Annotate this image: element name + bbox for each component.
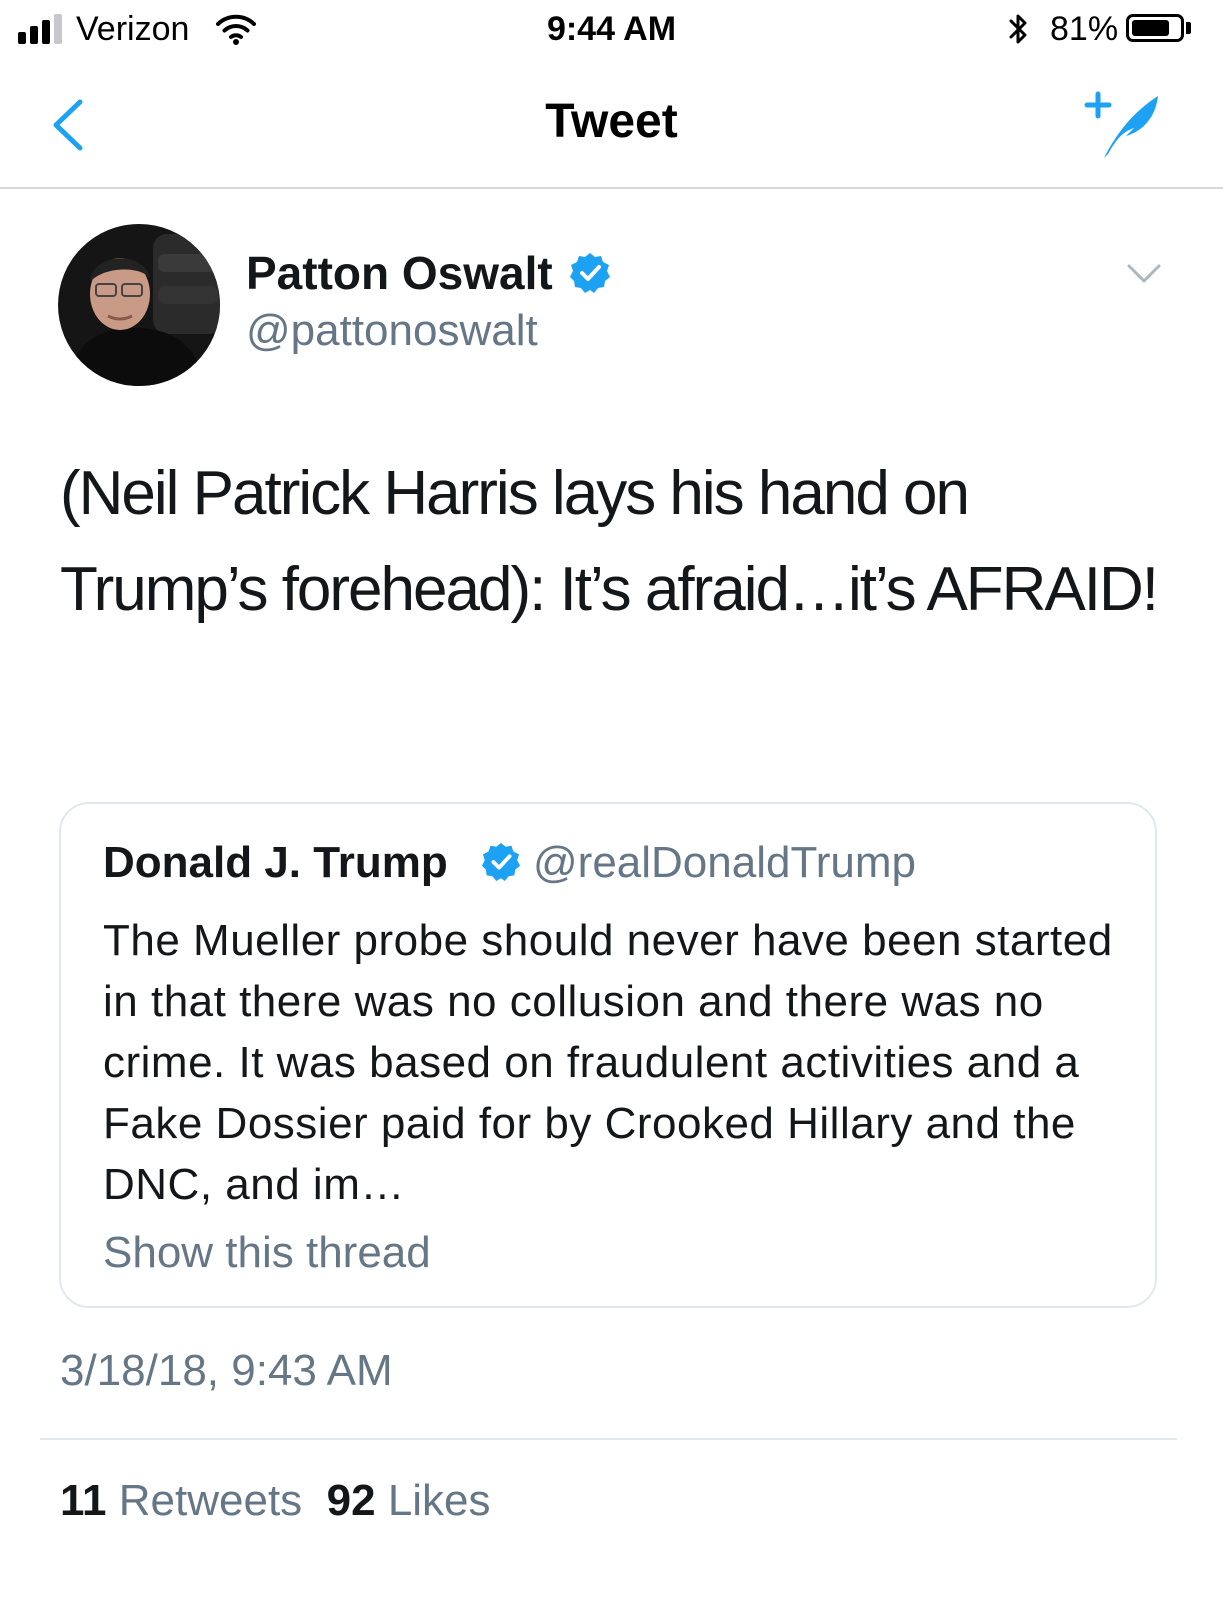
divider [40, 1438, 1177, 1440]
likes-stat[interactable]: 92 Likes [327, 1476, 491, 1525]
bluetooth-icon [1006, 12, 1030, 51]
compose-tweet-icon[interactable] [1082, 90, 1166, 167]
battery-icon [1126, 14, 1184, 42]
likes-count: 92 [326, 1476, 376, 1525]
show-thread-link[interactable]: Show this thread [103, 1228, 431, 1278]
battery-tip [1186, 22, 1191, 34]
verified-badge-icon [569, 252, 611, 299]
quoted-tweet-text: The Mueller probe should never have been… [103, 916, 1113, 1209]
navigation-bar: Tweet [0, 62, 1223, 189]
page-title: Tweet [545, 95, 678, 148]
author-handle[interactable]: @pattonoswalt [246, 306, 538, 356]
retweets-stat[interactable]: 11 Retweets [60, 1476, 302, 1525]
quoted-author-handle: @realDonaldTrump [533, 838, 916, 887]
verified-badge-icon [481, 842, 521, 887]
quoted-tweet-card[interactable]: Donald J. Trump @realDonaldTrump The Mue… [59, 802, 1157, 1308]
quoted-author-name: Donald J. Trump [103, 838, 448, 887]
chevron-down-icon[interactable] [1126, 262, 1162, 291]
battery-level-fill [1132, 20, 1169, 36]
likes-label: Likes [387, 1476, 491, 1525]
author-name[interactable]: Patton Oswalt [246, 246, 553, 300]
engagement-stats: 11 Retweets 92 Likes [60, 1476, 491, 1526]
battery-percentage: 81% [1050, 10, 1119, 48]
status-time: 9:44 AM [546, 10, 677, 48]
retweets-count: 11 [60, 1476, 107, 1525]
status-bar: Verizon 9:44 AM 81% [0, 0, 1223, 62]
tweet-timestamp: 3/18/18, 9:43 AM [60, 1346, 393, 1395]
retweets-label: Retweets [118, 1476, 303, 1525]
tweet-text: (Neil Patrick Harris lays his hand on Tr… [60, 459, 1159, 624]
avatar[interactable] [58, 224, 220, 386]
